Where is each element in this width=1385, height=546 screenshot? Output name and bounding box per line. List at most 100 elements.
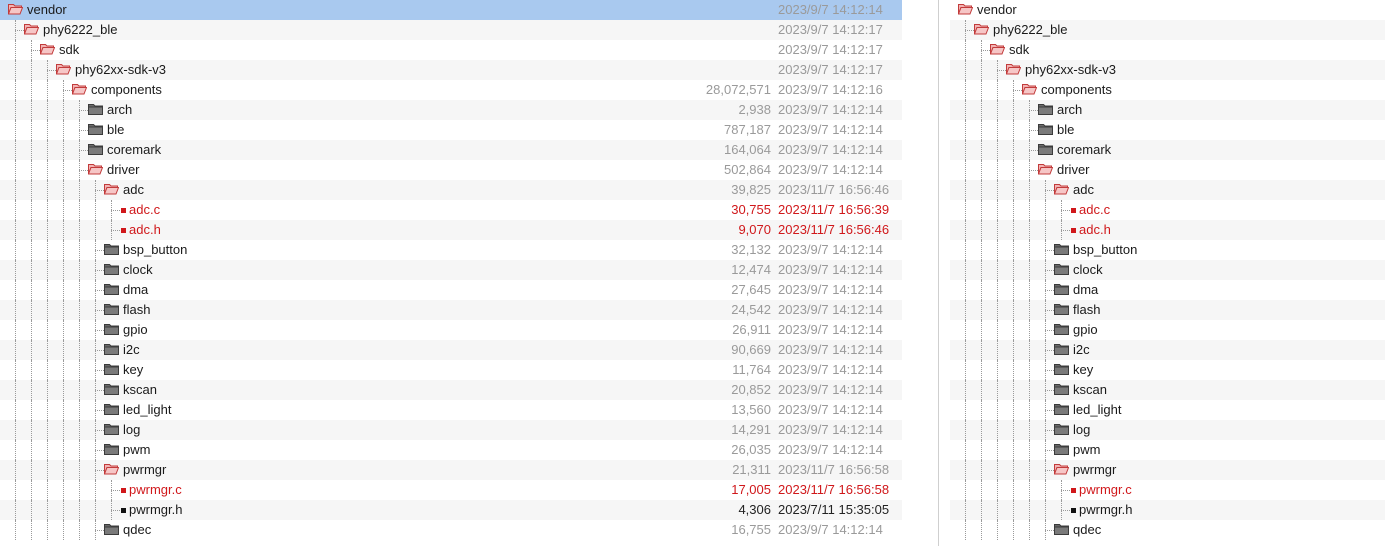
folder-open-icon — [56, 63, 71, 75]
tree-row[interactable]: arch 2,938 2023/9/7 14:12:14 — [0, 100, 902, 120]
tree-row[interactable]: arch — [950, 100, 1385, 120]
tree-guide-line — [1029, 420, 1030, 440]
tree-guide-line — [981, 180, 982, 200]
item-name: vendor — [977, 2, 1017, 17]
tree-row[interactable]: flash — [950, 300, 1385, 320]
tree-row[interactable]: components 28,072,571 2023/9/7 14:12:16 — [0, 80, 902, 100]
tree-row[interactable]: driver — [950, 160, 1385, 180]
tree-row[interactable]: coremark 164,064 2023/9/7 14:12:14 — [0, 140, 902, 160]
item-name: gpio — [1073, 322, 1098, 337]
tree-row[interactable]: pwm — [950, 440, 1385, 460]
tree-row[interactable]: phy62xx-sdk-v3 2023/9/7 14:12:17 — [0, 60, 902, 80]
left-folder-tree[interactable]: vendor 2023/9/7 14:12:14 phy6222_ble 2023/9… — [0, 0, 902, 546]
tree-row[interactable]: vendor — [950, 0, 1385, 20]
tree-row[interactable]: dma — [950, 280, 1385, 300]
file-icon — [1071, 488, 1076, 493]
tree-row[interactable]: pwrmgr — [950, 460, 1385, 480]
tree-guide-line — [965, 320, 966, 340]
tree-guide-line — [1029, 440, 1030, 460]
tree-row[interactable]: ble — [950, 120, 1385, 140]
tree-row[interactable]: phy6222_ble 2023/9/7 14:12:17 — [0, 20, 902, 40]
tree-guide-line — [997, 200, 998, 220]
tree-guide-line — [981, 220, 982, 240]
item-name: log — [1073, 422, 1091, 437]
tree-row[interactable]: ble 787,187 2023/9/7 14:12:14 — [0, 120, 902, 140]
tree-row[interactable]: pwm 26,035 2023/9/7 14:12:14 — [0, 440, 902, 460]
tree-row[interactable]: i2c 90,669 2023/9/7 14:12:14 — [0, 340, 902, 360]
tree-row[interactable]: log 14,291 2023/9/7 14:12:14 — [0, 420, 902, 440]
folder-open-icon — [1054, 463, 1069, 475]
item-size: 4,306 — [738, 502, 771, 517]
tree-row[interactable]: adc.c — [950, 200, 1385, 220]
tree-row[interactable]: phy6222_ble — [950, 20, 1385, 40]
tree-guide-line — [1029, 380, 1030, 400]
tree-row[interactable]: pwrmgr.h4,3062023/7/11 15:35:05⁰¹= — [0, 500, 902, 520]
tree-row[interactable]: led_light — [950, 400, 1385, 420]
tree-row[interactable]: adc — [950, 180, 1385, 200]
tree-row[interactable]: bsp_button 32,132 2023/9/7 14:12:14 — [0, 240, 902, 260]
tree-guide-line — [981, 280, 982, 300]
item-modified-date: 2023/9/7 14:12:14 — [778, 362, 883, 377]
tree-row[interactable]: coremark — [950, 140, 1385, 160]
tree-row[interactable]: kscan 20,852 2023/9/7 14:12:14 — [0, 380, 902, 400]
tree-row[interactable]: adc.h — [950, 220, 1385, 240]
tree-row[interactable]: key 11,764 2023/9/7 14:12:14 — [0, 360, 902, 380]
tree-row[interactable]: pwrmgr.c — [950, 480, 1385, 500]
item-name: dma — [1073, 282, 1099, 297]
tree-row[interactable]: clock — [950, 260, 1385, 280]
tree-row[interactable]: flash 24,542 2023/9/7 14:12:14 — [0, 300, 902, 320]
tree-row[interactable]: pwrmgr 21,311 2023/11/7 16:56:58 — [0, 460, 902, 480]
tree-row[interactable]: qdec — [950, 520, 1385, 540]
tree-row[interactable]: gpio 26,911 2023/9/7 14:12:14 — [0, 320, 902, 340]
tree-row[interactable]: driver 502,864 2023/9/7 14:12:14 — [0, 160, 902, 180]
tree-row[interactable]: led_light 13,560 2023/9/7 14:12:14 — [0, 400, 902, 420]
item-modified-date: 2023/9/7 14:12:14 — [778, 2, 883, 17]
item-modified-date: 2023/9/7 14:12:14 — [778, 522, 883, 537]
tree-guide-line — [1045, 200, 1046, 220]
tree-guide-line — [997, 480, 998, 500]
tree-row[interactable]: adc.c30,7552023/11/7 16:56:39≠ — [0, 200, 902, 220]
tree-guide-line — [1013, 320, 1014, 340]
tree-guide-line — [965, 400, 966, 420]
item-size: 17,005 — [731, 482, 771, 497]
tree-branch-line — [981, 50, 990, 51]
item-size: 12,474 — [731, 262, 771, 277]
tree-guide-line — [997, 220, 998, 240]
tree-branch-line — [1045, 390, 1054, 391]
item-size: 24,542 — [731, 302, 771, 317]
tree-row[interactable]: sdk — [950, 40, 1385, 60]
tree-row[interactable]: kscan — [950, 380, 1385, 400]
folder-open-icon — [24, 23, 39, 35]
item-modified-date: 2023/9/7 14:12:14 — [778, 122, 883, 137]
file-icon — [1071, 228, 1076, 233]
tree-row[interactable]: log — [950, 420, 1385, 440]
tree-row[interactable]: adc 39,825 2023/11/7 16:56:46 — [0, 180, 902, 200]
tree-row[interactable]: components — [950, 80, 1385, 100]
tree-row[interactable]: pwrmgr.c17,0052023/11/7 16:56:58≠ — [0, 480, 902, 500]
item-modified-date: 2023/9/7 14:12:14 — [778, 382, 883, 397]
tree-row[interactable]: phy62xx-sdk-v3 — [950, 60, 1385, 80]
right-folder-tree[interactable]: vendor phy6222_ble sdk phy62xx-sdk-v3 compon… — [950, 0, 1385, 546]
tree-row[interactable]: gpio — [950, 320, 1385, 340]
tree-row[interactable]: pwrmgr.h — [950, 500, 1385, 520]
tree-guide-line — [1013, 220, 1014, 240]
tree-row[interactable]: adc.h9,0702023/11/7 16:56:46≠ — [0, 220, 902, 240]
tree-guide-line — [965, 220, 966, 240]
item-name: i2c — [1073, 342, 1090, 357]
tree-row[interactable]: i2c — [950, 340, 1385, 360]
tree-row[interactable]: vendor 2023/9/7 14:12:14 — [0, 0, 902, 21]
tree-row[interactable]: bsp_button — [950, 240, 1385, 260]
tree-row[interactable]: clock 12,474 2023/9/7 14:12:14 — [0, 260, 902, 280]
tree-row[interactable]: dma 27,645 2023/9/7 14:12:14 — [0, 280, 902, 300]
tree-row[interactable]: key — [950, 360, 1385, 380]
tree-guide-line — [997, 120, 998, 140]
tree-guide-line — [997, 140, 998, 160]
tree-row[interactable]: sdk 2023/9/7 14:12:17 — [0, 40, 902, 60]
tree-guide-line — [1045, 480, 1046, 500]
tree-guide-line — [981, 80, 982, 100]
tree-guide-line — [1029, 460, 1030, 480]
item-name: arch — [1057, 102, 1083, 117]
tree-guide-line — [981, 360, 982, 380]
tree-row[interactable]: qdec 16,755 2023/9/7 14:12:14 — [0, 520, 902, 540]
tree-guide-line — [997, 340, 998, 360]
